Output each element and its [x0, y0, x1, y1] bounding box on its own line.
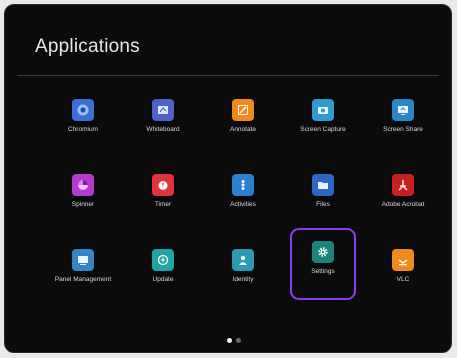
page-indicator — [227, 338, 241, 343]
app-tile-adobe-acrobat[interactable]: Adobe Acrobat — [363, 160, 443, 226]
app-label: Whiteboard — [146, 126, 180, 133]
app-label: Settings — [311, 268, 335, 275]
app-tile-timer[interactable]: Timer — [123, 160, 203, 226]
app-tile-vlc[interactable]: VLC — [363, 235, 443, 301]
chromium-icon — [72, 99, 94, 121]
app-label: Update — [152, 276, 174, 283]
app-tile-files[interactable]: Files — [283, 160, 363, 226]
page-title: Applications — [35, 36, 140, 57]
app-label: Screen Share — [383, 126, 423, 133]
panel-icon — [72, 249, 94, 271]
page-dot-2[interactable] — [236, 338, 241, 343]
folder-icon — [312, 174, 334, 196]
app-label: Annotate — [229, 126, 257, 133]
app-label: Spinner — [71, 201, 95, 208]
app-tile-spinner[interactable]: Spinner — [43, 160, 123, 226]
timer-icon — [152, 174, 174, 196]
annotate-icon — [232, 99, 254, 121]
app-tile-annotate[interactable]: Annotate — [203, 85, 283, 151]
app-label: Timer — [154, 201, 172, 208]
whiteboard-icon — [152, 99, 174, 121]
app-label: VLC — [396, 276, 410, 283]
app-tile-update[interactable]: Update — [123, 235, 203, 301]
app-tile-chromium[interactable]: Chromium — [43, 85, 123, 151]
app-tile-activities[interactable]: Activities — [203, 160, 283, 226]
acrobat-icon — [392, 174, 414, 196]
update-icon — [152, 249, 174, 271]
spinner-icon — [72, 174, 94, 196]
app-label: Files — [316, 201, 330, 208]
app-label: Identity — [232, 276, 254, 283]
page-dot-1[interactable] — [227, 338, 232, 343]
app-label: Adobe Acrobat — [381, 201, 425, 208]
identity-icon — [232, 249, 254, 271]
camera-icon — [312, 99, 334, 121]
app-tile-whiteboard[interactable]: Whiteboard — [123, 85, 203, 151]
app-label: Chromium — [68, 126, 98, 133]
app-label: Panel Management — [54, 276, 112, 283]
gear-icon — [312, 241, 334, 263]
app-label: Screen Capture — [300, 126, 346, 133]
app-tile-identity[interactable]: Identity — [203, 235, 283, 301]
app-tile-screen-share[interactable]: Screen Share — [363, 85, 443, 151]
app-launcher-screen: Applications Chromium Whiteboard Annotat… — [4, 4, 452, 353]
app-label: Activities — [230, 201, 256, 208]
app-tile-settings[interactable]: Settings — [290, 228, 356, 300]
app-tile-screen-capture[interactable]: Screen Capture — [283, 85, 363, 151]
vlc-icon — [392, 249, 414, 271]
header-divider — [17, 75, 439, 76]
app-tile-panel-management[interactable]: Panel Management — [43, 235, 123, 301]
activities-icon — [232, 174, 254, 196]
screen-share-icon — [392, 99, 414, 121]
